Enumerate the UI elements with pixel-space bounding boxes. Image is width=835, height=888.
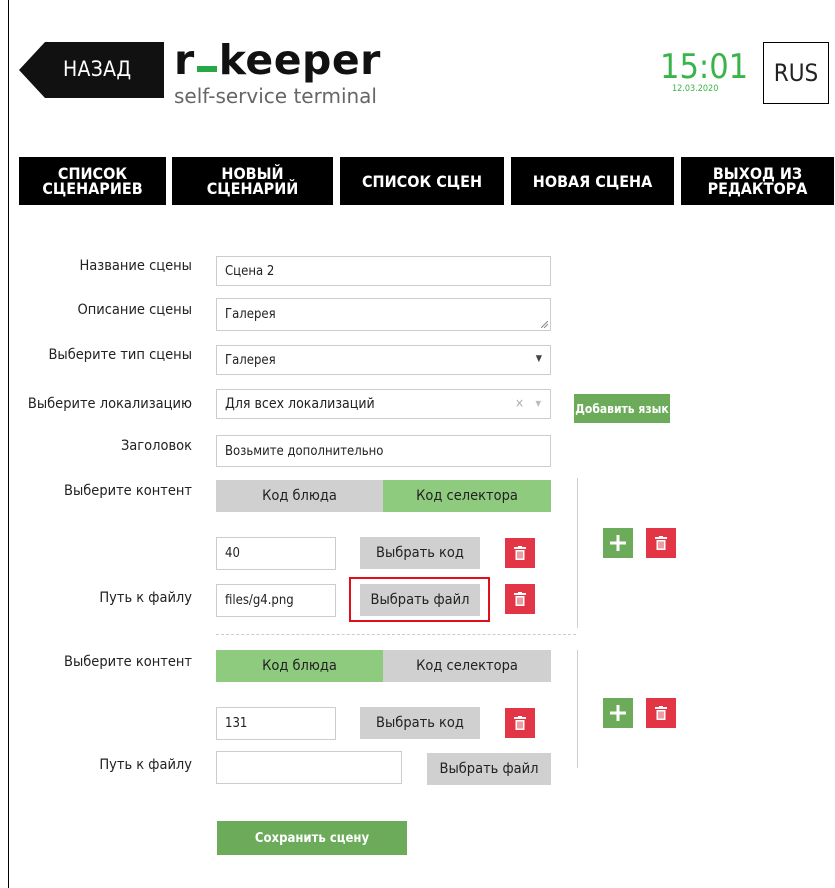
- code-input-2[interactable]: 131: [216, 707, 336, 740]
- segment-selector-code-1[interactable]: Код селектора: [383, 480, 551, 512]
- brand-name-left: r: [174, 36, 195, 84]
- trash-icon: [514, 592, 526, 606]
- delete-block-button-2[interactable]: [646, 698, 676, 728]
- brand-underscore: [196, 66, 217, 72]
- nav-new-scenario-line2: СЦЕНАРИЙ: [206, 179, 299, 198]
- segment-dish-code-2[interactable]: Код блюда: [216, 650, 383, 682]
- pick-code-button-2[interactable]: Выбрать код: [360, 707, 480, 739]
- scene-desc-textarea[interactable]: Галерея: [216, 298, 551, 331]
- delete-block-button-1[interactable]: [646, 528, 676, 558]
- scene-desc-value: Галерея: [225, 307, 276, 322]
- add-language-button[interactable]: Добавить язык: [574, 394, 670, 423]
- resize-handle-icon: [541, 321, 548, 328]
- nav-scenario-list-line2: СЦЕНАРИЕВ: [42, 179, 143, 198]
- segment-selector-code-2[interactable]: Код селектора: [383, 650, 551, 682]
- scene-name-label: Название сцены: [79, 258, 192, 274]
- language-button[interactable]: RUS: [763, 42, 829, 104]
- trash-icon: [514, 546, 526, 560]
- file-path-label-1: Путь к файлу: [99, 590, 192, 606]
- delete-code-button-1[interactable]: [505, 538, 535, 568]
- pick-code-button-1[interactable]: Выбрать код: [360, 537, 480, 569]
- nav-scenario-list[interactable]: СПИСОК СЦЕНАРИЕВ: [19, 157, 166, 205]
- nav-new-scene[interactable]: НОВАЯ СЦЕНА: [511, 157, 674, 205]
- back-button-label: НАЗАД: [63, 57, 132, 81]
- segment-dish-code-1[interactable]: Код блюда: [216, 480, 383, 512]
- scene-type-select[interactable]: Галерея ▼: [216, 345, 551, 375]
- content-label-2: Выберите контент: [64, 654, 192, 670]
- block-divider-1: [577, 478, 578, 628]
- nav-new-scenario[interactable]: НОВЫЙ СЦЕНАРИЙ: [172, 157, 333, 205]
- delete-code-button-2[interactable]: [505, 708, 535, 738]
- trash-icon: [655, 706, 667, 720]
- locale-select[interactable]: Для всех локализаций × ▼: [216, 389, 551, 419]
- clock-time: 15:01: [660, 47, 749, 87]
- brand-logo: r keeper self-service terminal: [174, 40, 381, 109]
- add-block-button-2[interactable]: [603, 698, 633, 728]
- save-scene-button[interactable]: Сохранить сцену: [217, 821, 407, 855]
- back-button[interactable]: НАЗАД: [19, 42, 164, 98]
- scene-type-value: Галерея: [225, 352, 276, 368]
- scene-desc-label: Описание сцены: [77, 302, 192, 318]
- clock: 15:01 12.03.2020: [660, 47, 749, 94]
- add-block-button-1[interactable]: [603, 528, 633, 558]
- pick-file-button-1[interactable]: Выбрать файл: [360, 584, 480, 616]
- trash-icon: [655, 536, 667, 550]
- plus-icon: [610, 535, 626, 551]
- plus-icon: [610, 705, 626, 721]
- trash-icon: [514, 716, 526, 730]
- brand-name-right: keeper: [218, 36, 381, 84]
- nav-exit-editor-line2: РЕДАКТОРА: [707, 179, 808, 198]
- delete-file-button-1[interactable]: [505, 584, 535, 614]
- locale-value: Для всех локализаций: [225, 396, 375, 412]
- nav-exit-editor[interactable]: ВЫХОД ИЗ РЕДАКТОРА: [681, 157, 834, 205]
- header-input[interactable]: Возьмите дополнительно: [216, 435, 551, 467]
- code-input-1[interactable]: 40: [216, 537, 336, 570]
- file-path-label-2: Путь к файлу: [99, 757, 192, 773]
- file-path-input-2[interactable]: [216, 751, 402, 784]
- locale-label: Выберите локализацию: [27, 396, 192, 412]
- clear-x-icon[interactable]: ×: [515, 396, 524, 410]
- file-path-input-1[interactable]: files/g4.png: [216, 584, 336, 617]
- chevron-down-icon: ▼: [535, 399, 541, 408]
- scene-name-input[interactable]: Сцена 2: [216, 256, 551, 286]
- pick-file-button-2[interactable]: Выбрать файл: [427, 753, 551, 785]
- block-separator: [216, 634, 576, 635]
- scene-type-label: Выберите тип сцены: [48, 347, 192, 363]
- header-label: Заголовок: [120, 438, 192, 454]
- chevron-down-icon: ▼: [535, 354, 542, 364]
- brand-subtitle: self-service terminal: [174, 84, 377, 108]
- nav-scene-list[interactable]: СПИСОК СЦЕН: [340, 157, 504, 205]
- content-label-1: Выберите контент: [64, 483, 192, 499]
- block-divider-2: [577, 650, 578, 768]
